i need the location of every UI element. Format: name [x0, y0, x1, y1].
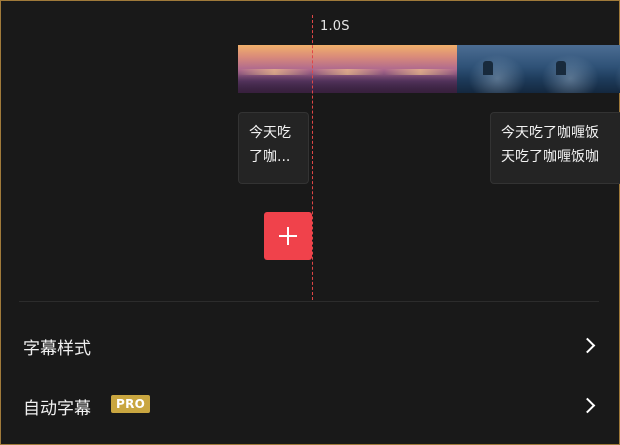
playhead-line[interactable]: [312, 15, 313, 300]
caption-text-line: 今天吃: [249, 125, 291, 141]
add-caption-button[interactable]: [264, 212, 312, 260]
caption-text-line: 天吃了咖喱饭咖: [501, 149, 599, 165]
frame-thumbnail-sea: [530, 45, 603, 93]
menu-item-subtitle-style[interactable]: 字幕样式: [1, 326, 620, 366]
caption-clip[interactable]: 今天吃 了咖...: [238, 112, 309, 184]
chevron-right-icon: [579, 337, 596, 354]
chevron-right-icon: [579, 397, 596, 414]
video-filmstrip[interactable]: [238, 45, 620, 93]
menu-item-auto-subtitle[interactable]: 自动字幕 PRO: [1, 386, 620, 426]
frame-thumbnail-sunset: [311, 45, 384, 93]
caption-clip[interactable]: 今天吃了咖喱饭 天吃了咖喱饭咖: [490, 112, 620, 184]
editor-panel: 1.0S 今天吃 了咖... 今天吃了咖喱饭 天吃了咖喱饭咖 字幕样式 自动字幕…: [0, 0, 620, 445]
frame-thumbnail-sunset: [238, 45, 311, 93]
divider: [19, 301, 599, 302]
caption-text-line: 今天吃了咖喱饭: [501, 125, 599, 141]
frame-thumbnail-sea: [603, 45, 620, 93]
plus-icon: [278, 226, 298, 246]
frame-thumbnail-sea: [457, 45, 530, 93]
pro-badge: PRO: [111, 395, 151, 413]
frame-thumbnail-sunset: [384, 45, 457, 93]
menu-item-label: 字幕样式: [23, 338, 91, 359]
time-marker-label: 1.0S: [320, 19, 350, 34]
menu-item-label: 自动字幕: [23, 398, 91, 419]
caption-text-line: 了咖...: [249, 149, 291, 165]
